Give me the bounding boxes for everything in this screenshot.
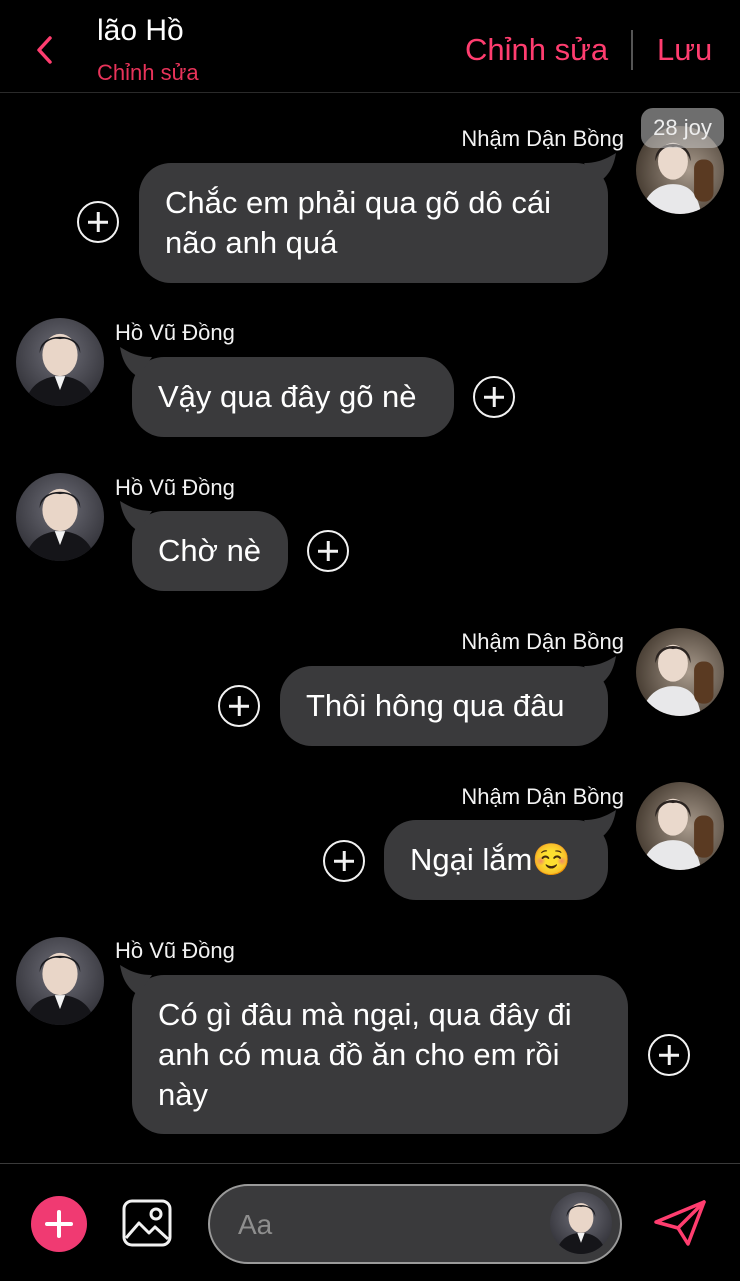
message-line: Chắc em phải qua gõ dô cái	[165, 185, 552, 220]
message-bubble[interactable]: Có gì đâu mà ngại, qua đây đi anh có mua…	[120, 965, 628, 1134]
plus-circle-icon[interactable]	[307, 530, 349, 572]
plus-circle-icon[interactable]	[77, 201, 119, 243]
bubble-tail	[120, 965, 152, 995]
chat-subtitle[interactable]: Chỉnh sửa	[97, 60, 199, 86]
avatar[interactable]	[550, 1192, 612, 1254]
message-bubble[interactable]: Ngại lắm☺️	[384, 810, 616, 900]
message-line: não anh quá	[165, 225, 338, 260]
message-line: này	[158, 1077, 208, 1112]
message-line: Chờ nè	[158, 533, 262, 568]
message-line: Có gì đâu mà ngại, qua đây đi	[158, 997, 572, 1032]
avatar[interactable]	[16, 937, 104, 1025]
message-line: Vậy qua đây gõ nè	[158, 379, 417, 414]
avatar[interactable]	[16, 318, 104, 406]
edit-button[interactable]: Chỉnh sửa	[465, 32, 608, 68]
message-bubble[interactable]: Chắc em phải qua gõ dô cái não anh quá	[139, 153, 616, 283]
sender-name: Nhậm Dận Bồng	[461, 126, 624, 151]
message-line: Thôi hông qua đâu	[306, 688, 565, 723]
image-icon[interactable]	[121, 1198, 173, 1248]
add-icon[interactable]	[31, 1196, 87, 1252]
plus-circle-icon[interactable]	[218, 685, 260, 727]
save-button[interactable]: Lưu	[657, 32, 712, 68]
chevron-left-icon[interactable]	[30, 30, 60, 70]
composer-bar	[0, 1163, 740, 1281]
bubble-tail	[120, 501, 152, 531]
message-bubble[interactable]: Vậy qua đây gõ nè	[120, 347, 454, 437]
header-divider	[631, 30, 633, 70]
message-line: Ngại lắm☺️	[410, 842, 571, 877]
sender-name: Hồ Vũ Đồng	[115, 320, 235, 345]
send-icon[interactable]	[652, 1198, 708, 1248]
avatar[interactable]	[636, 782, 724, 870]
message-line: anh có mua đồ ăn cho em rồi	[158, 1037, 560, 1072]
bubble-tail	[584, 810, 616, 840]
message-bubble[interactable]: Thôi hông qua đâu	[280, 656, 616, 746]
sender-name: Nhậm Dận Bồng	[461, 784, 624, 809]
bubble-tail	[584, 656, 616, 686]
plus-circle-icon[interactable]	[473, 376, 515, 418]
chat-header: lão Hồ Chỉnh sửa Chỉnh sửa Lưu	[0, 0, 740, 93]
message-bubble[interactable]: Chờ nè	[120, 501, 288, 591]
message-input[interactable]	[238, 1204, 538, 1246]
plus-circle-icon[interactable]	[323, 840, 365, 882]
time-badge: 28 joy	[641, 108, 724, 148]
avatar[interactable]	[636, 628, 724, 716]
sender-name: Hồ Vũ Đồng	[115, 938, 235, 963]
bubble-tail	[120, 347, 152, 377]
chat-title: lão Hồ	[97, 14, 184, 47]
sender-name: Nhậm Dận Bồng	[461, 629, 624, 654]
plus-circle-icon[interactable]	[648, 1034, 690, 1076]
message-input-box[interactable]	[208, 1184, 622, 1264]
avatar[interactable]	[16, 473, 104, 561]
bubble-tail	[584, 153, 616, 183]
sender-name: Hồ Vũ Đồng	[115, 475, 235, 500]
